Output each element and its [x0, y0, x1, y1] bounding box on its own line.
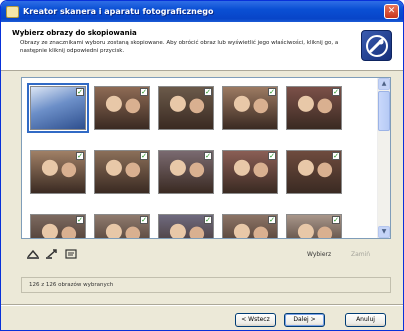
photo-thumbnail[interactable]: ✓	[158, 86, 214, 130]
photo-thumbnail[interactable]: ✓	[94, 150, 150, 194]
photo-thumbnail[interactable]: ✓	[286, 150, 342, 194]
thumbnail-grid[interactable]: ✓ ✓ ✓ ✓ ✓ ✓ ✓ ✓ ✓ ✓ ✓ ✓ ✓ ✓ ✓ ▲ ▼	[21, 77, 391, 239]
photo-thumbnail[interactable]: ✓	[94, 86, 150, 130]
select-checkbox[interactable]: ✓	[204, 152, 212, 160]
properties-icon[interactable]	[64, 248, 78, 260]
scroll-down-button[interactable]: ▼	[378, 226, 390, 238]
window-title: Kreator skanera i aparatu fotograficzneg…	[23, 7, 214, 16]
page-title: Wybierz obrazy do skopiowania	[12, 29, 137, 37]
select-checkbox[interactable]: ✓	[332, 216, 340, 224]
photo-thumbnail[interactable]: ✓	[94, 214, 150, 238]
photo-thumbnail[interactable]: ✓	[30, 214, 86, 238]
scroll-up-button[interactable]: ▲	[378, 78, 390, 90]
photo-thumbnail[interactable]: ✓	[286, 86, 342, 130]
button-separator	[1, 304, 403, 306]
title-bar[interactable]: Kreator skanera i aparatu fotograficzneg…	[1, 1, 403, 22]
photo-thumbnail[interactable]: ✓	[158, 150, 214, 194]
select-checkbox[interactable]: ✓	[76, 152, 84, 160]
photo-thumbnail[interactable]: ✓	[286, 214, 342, 238]
clear-all-link[interactable]: Zamiń	[351, 251, 370, 258]
back-button[interactable]: < Wstecz	[235, 313, 276, 327]
select-checkbox[interactable]: ✓	[204, 216, 212, 224]
select-all-link[interactable]: Wybierz	[307, 251, 331, 258]
photo-thumbnail[interactable]: ✓	[30, 150, 86, 194]
page-subtitle: Obrazy ze znacznikami wyboru zostaną sko…	[20, 40, 339, 54]
close-button[interactable]: ✕	[384, 4, 399, 19]
rotate-left-icon[interactable]	[26, 248, 40, 260]
select-checkbox[interactable]: ✓	[332, 152, 340, 160]
select-checkbox[interactable]: ✓	[332, 88, 340, 96]
select-checkbox[interactable]: ✓	[268, 216, 276, 224]
wizard-header: Wybierz obrazy do skopiowania Obrazy ze …	[1, 22, 403, 71]
select-checkbox[interactable]: ✓	[268, 88, 276, 96]
cancel-button[interactable]: Anuluj	[345, 313, 386, 327]
wizard-logo-icon	[361, 30, 392, 61]
camera-icon	[6, 5, 19, 18]
selection-status: 126 z 126 obrazów wybranych	[21, 277, 391, 293]
next-button[interactable]: Dalej >	[284, 313, 325, 327]
photo-thumbnail[interactable]: ✓	[158, 214, 214, 238]
select-checkbox[interactable]: ✓	[76, 216, 84, 224]
image-tools	[26, 248, 78, 260]
photo-thumbnail[interactable]: ✓	[222, 214, 278, 238]
select-checkbox[interactable]: ✓	[268, 152, 276, 160]
select-checkbox[interactable]: ✓	[140, 152, 148, 160]
rotate-right-icon[interactable]	[45, 248, 59, 260]
select-checkbox[interactable]: ✓	[140, 88, 148, 96]
scroll-thumb[interactable]	[378, 91, 390, 131]
select-checkbox[interactable]: ✓	[204, 88, 212, 96]
select-checkbox[interactable]: ✓	[140, 216, 148, 224]
photo-thumbnail[interactable]: ✓	[27, 83, 89, 133]
photo-thumbnail[interactable]: ✓	[222, 150, 278, 194]
photo-thumbnail[interactable]: ✓	[222, 86, 278, 130]
select-checkbox[interactable]: ✓	[76, 88, 84, 96]
wizard-window: Kreator skanera i aparatu fotograficzneg…	[0, 0, 404, 331]
vertical-scrollbar[interactable]: ▲ ▼	[377, 78, 390, 238]
